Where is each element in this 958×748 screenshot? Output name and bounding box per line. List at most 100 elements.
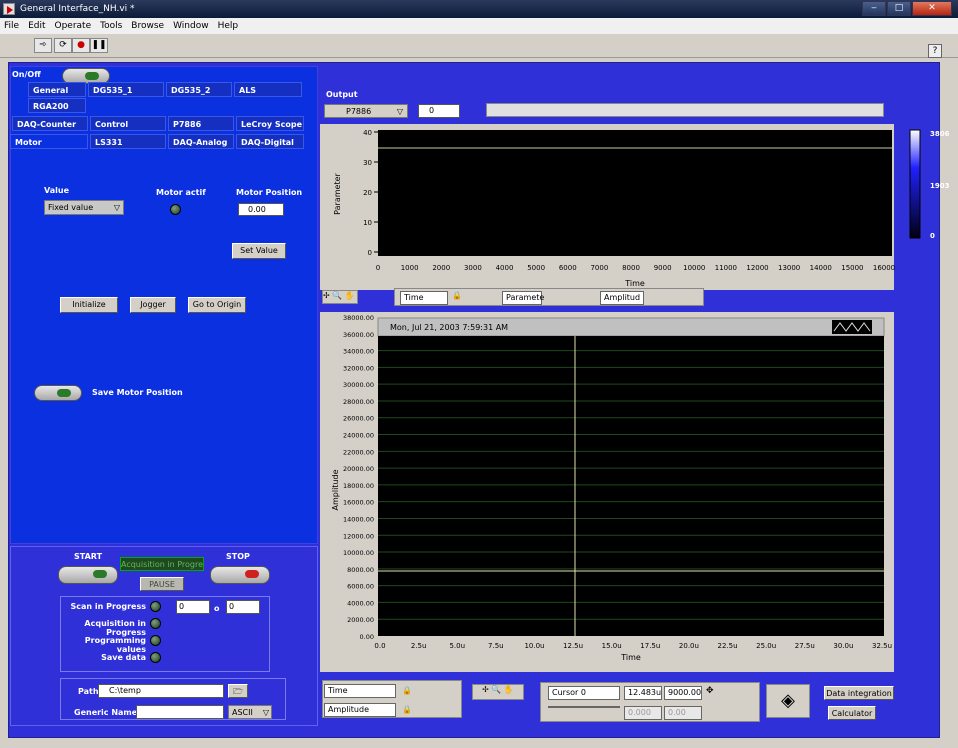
data-integration-button[interactable]: Data integration (824, 686, 894, 700)
graph1-ytick: 20 (363, 189, 372, 197)
graph2-xtick: 2.5u (411, 642, 427, 650)
menu-edit[interactable]: Edit (28, 21, 45, 31)
graph2-xtick: 12.5u (563, 642, 583, 650)
go-to-origin-button[interactable]: Go to Origin (188, 297, 246, 313)
graph2-ytick: 38000.00 (343, 314, 374, 322)
tab-als[interactable]: ALS (234, 82, 302, 97)
value-select[interactable]: Fixed value ▽ (44, 200, 124, 215)
acquisition-led (150, 618, 161, 629)
graph1-ytick: 0 (368, 249, 372, 257)
menu-tools[interactable]: Tools (100, 21, 122, 31)
graph2-ytick: 20000.00 (343, 465, 374, 473)
start-label: START (74, 552, 103, 561)
cursor-y[interactable]: 9000.00 (664, 686, 702, 700)
tab-ls331[interactable]: LS331 (90, 134, 166, 149)
menu-operate[interactable]: Operate (55, 21, 92, 31)
output-value-input[interactable]: 0 (418, 104, 460, 118)
tab-general[interactable]: General (28, 82, 86, 97)
graph2-timestamp: Mon, Jul 21, 2003 7:59:31 AM (390, 323, 508, 332)
motor-actif-led (170, 204, 181, 215)
help-icon[interactable]: ? (928, 44, 942, 58)
lock-icon[interactable]: 🔒 (402, 705, 412, 714)
menu-browse[interactable]: Browse (131, 21, 164, 31)
tab-control[interactable]: Control (90, 116, 166, 131)
stop-switch[interactable] (210, 566, 270, 584)
pause-button[interactable]: PAUSE (140, 577, 184, 591)
colorbar-max: 38062 (930, 130, 950, 138)
window-title: General Interface_NH.vi * (20, 4, 135, 14)
graph2-ytick: 36000.00 (343, 331, 374, 339)
tab-daq-analog[interactable]: DAQ-Analog (168, 134, 234, 149)
graph2-ytick: 8000.00 (347, 566, 374, 574)
tab-dg535-2[interactable]: DG535_2 (166, 82, 232, 97)
path-label: Path (78, 687, 99, 696)
graph2-xlabel: Time (620, 653, 641, 662)
cursor-x-2[interactable]: 0.000 (624, 706, 662, 720)
maximize-icon[interactable]: □ (887, 1, 911, 16)
output-select[interactable]: P7886 ▽ (324, 104, 408, 118)
graph1-palette[interactable]: ✢ 🔍 ✋ (322, 290, 358, 304)
path-input[interactable]: C:\temp (98, 684, 224, 698)
labview-app-icon (3, 3, 15, 15)
graph2-ytick: 30000.00 (343, 381, 374, 389)
scan-value-2[interactable]: 0 (226, 600, 260, 614)
graph2-xtick: 0.0 (374, 642, 385, 650)
tab-daq-digital[interactable]: DAQ-Digital (236, 134, 304, 149)
graph2-xtick: 7.5u (488, 642, 504, 650)
menu-window[interactable]: Window (173, 21, 209, 31)
run-arrow-icon[interactable]: ➾ (34, 38, 52, 53)
cursor-diamond-icon[interactable]: ◈ (766, 684, 810, 718)
toolbar: ➾ ⟳ ● ❚❚ (0, 34, 958, 58)
tab-motor[interactable]: Motor (10, 134, 88, 149)
scan-led (150, 601, 161, 612)
dropdown-arrow-icon: ▽ (113, 203, 120, 212)
initialize-button[interactable]: Initialize (60, 297, 118, 313)
pause-icon[interactable]: ❚❚ (90, 38, 108, 53)
calculator-button[interactable]: Calculator (828, 706, 876, 720)
lock-icon[interactable]: 🔒 (452, 291, 462, 300)
lock-icon[interactable]: 🔒 (402, 686, 412, 695)
format-select[interactable]: ASCII ▽ (228, 705, 272, 719)
tab-rga200[interactable]: RGA200 (28, 98, 86, 113)
close-icon[interactable]: ✕ (912, 1, 952, 16)
tab-p7886[interactable]: P7886 (168, 116, 234, 131)
scan-value-1[interactable]: 0 (176, 600, 210, 614)
graph2-ytick: 10000.00 (343, 549, 374, 557)
o-label: o (214, 604, 220, 613)
cursor-y-2[interactable]: 0.00 (664, 706, 702, 720)
graph2-xtick: 5.0u (449, 642, 465, 650)
graph1-xtick: 13000 (778, 264, 800, 272)
set-value-button[interactable]: Set Value (232, 243, 286, 259)
tab-dg535-1[interactable]: DG535_1 (88, 82, 164, 97)
minimize-icon[interactable]: ‒ (862, 1, 886, 16)
graph2-ytick: 2000.00 (347, 616, 374, 624)
save-motor-position-switch[interactable] (34, 385, 82, 401)
graph2-palette[interactable]: ✢ 🔍 ✋ (472, 684, 524, 700)
graph1-ytick: 30 (363, 159, 372, 167)
menu-bar: File Edit Operate Tools Browse Window He… (0, 18, 958, 34)
motor-position-input[interactable]: 0.00 (238, 203, 284, 216)
graph2-ytick: 0.00 (360, 633, 374, 641)
waveform-graph: Mon, Jul 21, 2003 7:59:31 AM 38000.00 360… (320, 312, 894, 672)
abort-icon[interactable]: ● (72, 38, 90, 53)
cursor-name-2[interactable] (548, 706, 620, 708)
output-label: Output (326, 90, 358, 99)
jogger-button[interactable]: Jogger (130, 297, 176, 313)
run-continuous-icon[interactable]: ⟳ (54, 38, 72, 53)
graph2-ytick: 12000.00 (343, 532, 374, 540)
generic-name-input[interactable] (136, 705, 224, 719)
graph2-xtick: 25.0u (756, 642, 776, 650)
graph2-ytick: 24000.00 (343, 432, 374, 440)
tab-daq-counter[interactable]: DAQ-Counter (12, 116, 88, 131)
plot-legend-icon (832, 320, 872, 334)
cursor-name[interactable]: Cursor 0 (548, 686, 620, 700)
graph1-ytick: 10 (363, 219, 372, 227)
menu-file[interactable]: File (4, 21, 19, 31)
cursor-move-icon[interactable]: ✥ (706, 686, 714, 696)
graph1-ylabel: Parameter (333, 172, 342, 214)
folder-browse-icon[interactable]: 🗁 (228, 684, 248, 698)
menu-help[interactable]: Help (218, 21, 239, 31)
start-switch[interactable] (58, 566, 118, 584)
tab-lecroy-scope[interactable]: LeCroy Scope (236, 116, 304, 131)
cursor-x[interactable]: 12.483u (624, 686, 662, 700)
